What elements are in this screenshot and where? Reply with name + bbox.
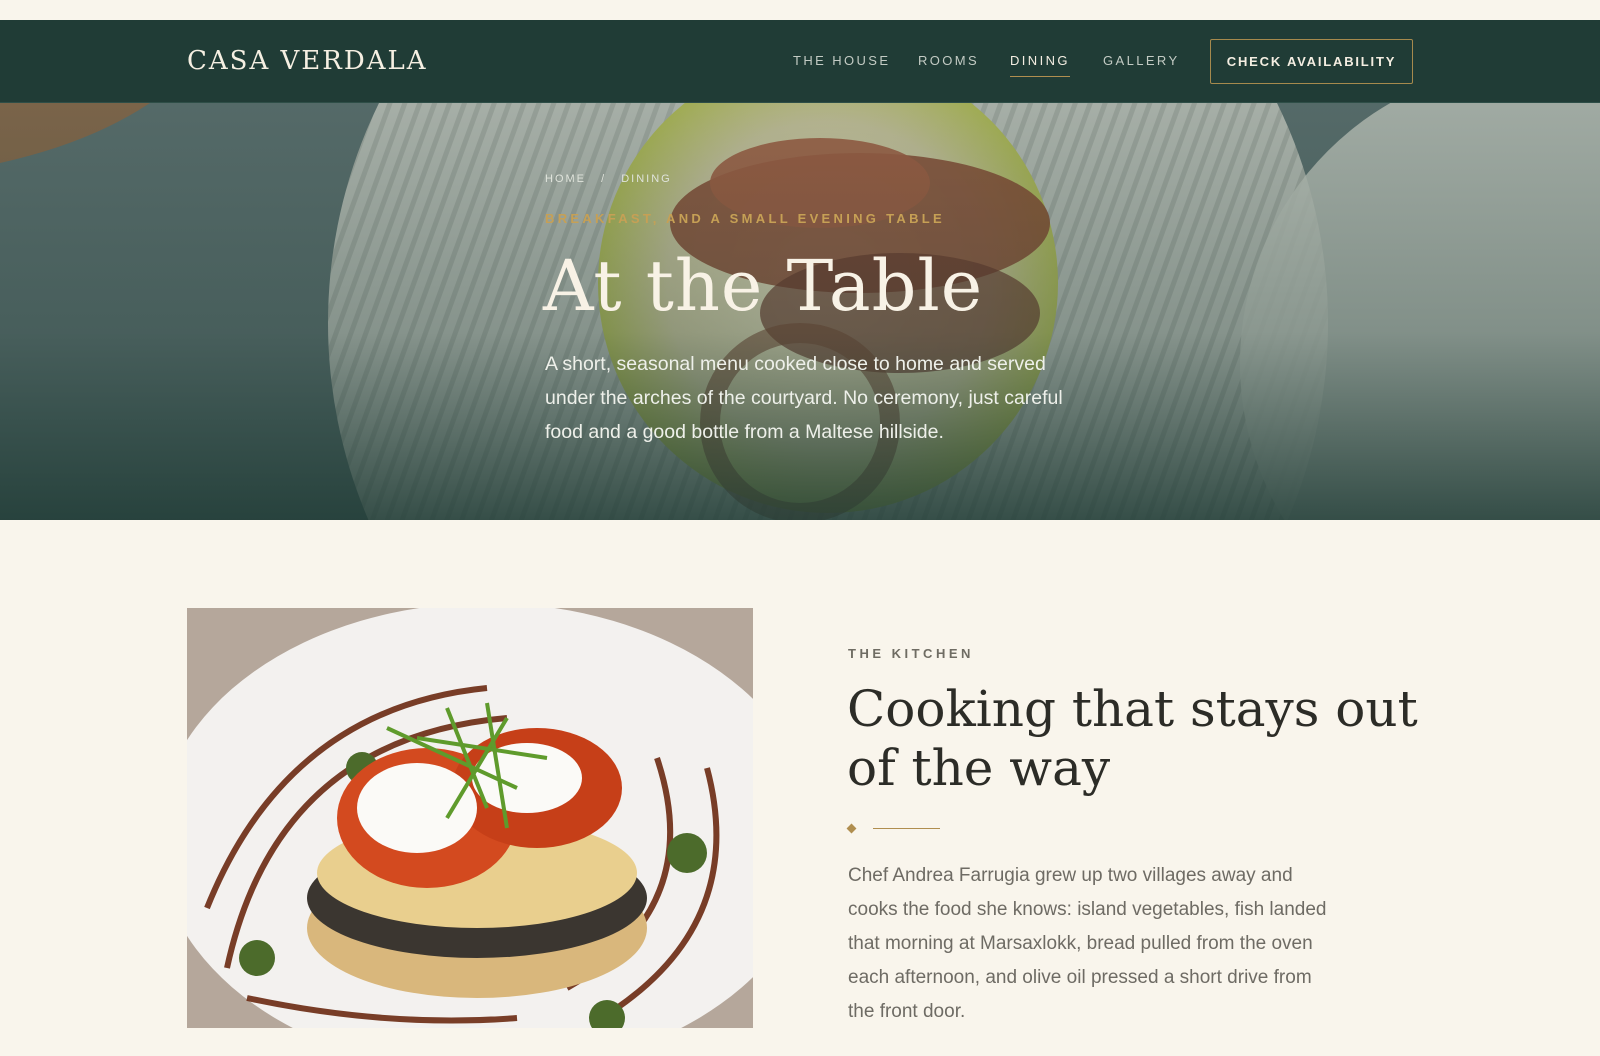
kitchen-eyebrow: THE KITCHEN <box>848 646 974 661</box>
breadcrumb-separator: / <box>601 173 607 185</box>
hero-eyebrow: BREAKFAST, AND A SMALL EVENING TABLE <box>545 211 945 226</box>
check-availability-button[interactable]: CHECK AVAILABILITY <box>1210 39 1413 84</box>
top-navigation: CASA VERDALA THE HOUSE ROOMS DINING GALL… <box>0 20 1600 103</box>
hero-description: A short, seasonal menu cooked close to h… <box>545 353 1063 443</box>
active-underline <box>1010 76 1070 77</box>
breadcrumb: HOME / DINING <box>545 173 682 185</box>
page-title: At the Table <box>543 245 984 327</box>
kitchen-photo <box>187 608 753 1028</box>
nav-link-dining-label: DINING <box>1010 53 1070 68</box>
divider-line <box>873 828 940 829</box>
nav-link-the-house[interactable]: THE HOUSE <box>793 53 890 68</box>
hero-section: HOME / DINING BREAKFAST, AND A SMALL EVE… <box>0 103 1600 520</box>
nav-link-rooms[interactable]: ROOMS <box>918 53 979 68</box>
breadcrumb-current: DINING <box>621 173 672 185</box>
nav-link-gallery[interactable]: GALLERY <box>1103 53 1180 68</box>
nav-link-dining[interactable]: DINING <box>1010 53 1070 77</box>
breadcrumb-home[interactable]: HOME <box>545 173 586 185</box>
site-logo[interactable]: CASA VERDALA <box>187 46 428 76</box>
kitchen-title: Cooking that stays out of the way <box>847 680 1418 797</box>
dish-illustration <box>187 608 753 1028</box>
divider-diamond-icon <box>846 823 857 834</box>
kitchen-description: Chef Andrea Farrugia grew up two village… <box>848 865 1327 1022</box>
